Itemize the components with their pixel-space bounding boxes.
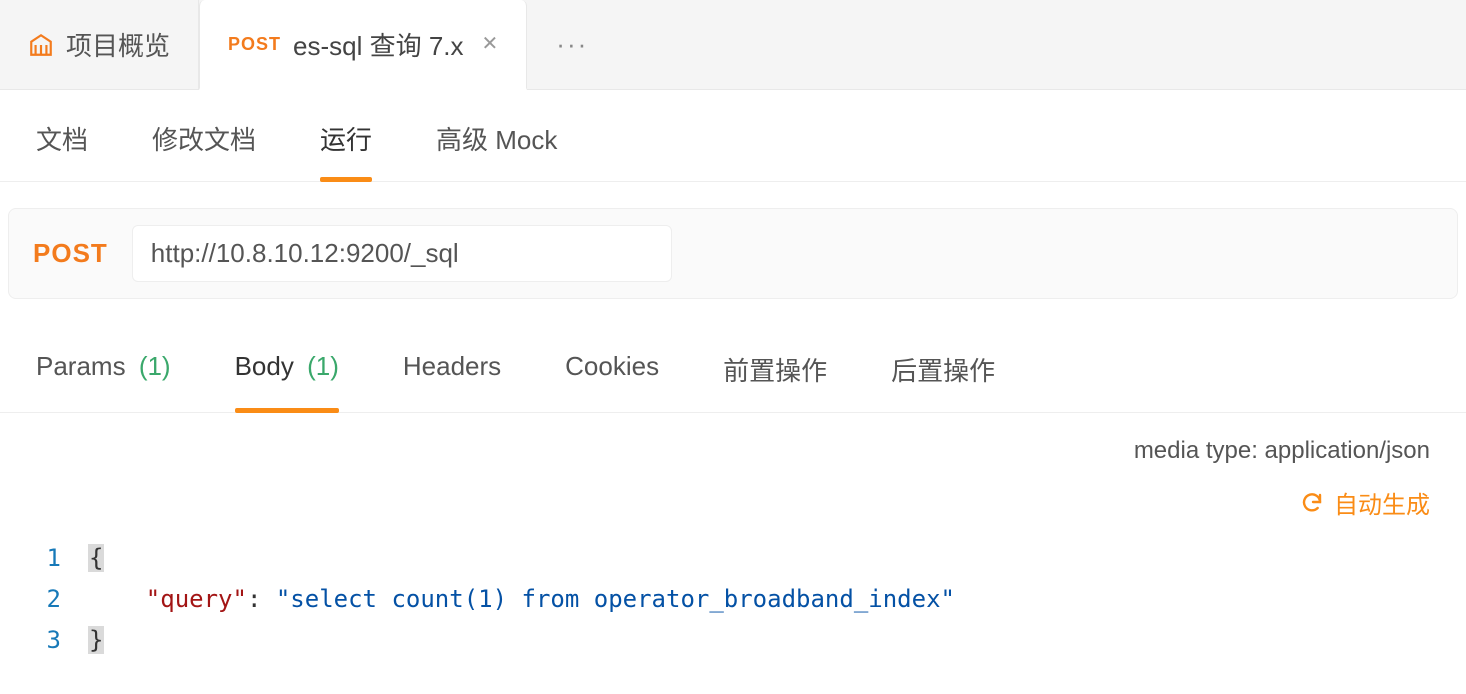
tab-body-label: Body <box>235 351 294 381</box>
close-icon[interactable]: ✕ <box>482 34 499 54</box>
body-header: media type: application/json <box>0 413 1466 473</box>
code-line: "query": "select count(1) from operator_… <box>88 579 955 620</box>
media-type-label: media type: application/json <box>1134 437 1430 465</box>
tab-api-request[interactable]: POST es-sql 查询 7.x ✕ <box>199 0 527 90</box>
tab-project-overview[interactable]: 项目概览 <box>0 0 199 89</box>
method-selector[interactable]: POST <box>33 238 108 269</box>
tab-cookies[interactable]: Cookies <box>565 351 659 412</box>
tab-body-count: (1) <box>307 351 339 381</box>
sub-tab-bar: 文档 修改文档 运行 高级 Mock <box>0 90 1466 182</box>
tab-edit-doc[interactable]: 修改文档 <box>152 120 256 181</box>
auto-generate-label: 自动生成 <box>1334 485 1430 520</box>
refresh-icon <box>1300 491 1324 515</box>
tab-post-script[interactable]: 后置操作 <box>891 351 995 412</box>
body-editor[interactable]: 1 2 3 { "query": "select count(1) from o… <box>0 538 1466 660</box>
url-bar: POST http://10.8.10.12:9200/_sql <box>8 208 1458 299</box>
editor-content[interactable]: { "query": "select count(1) from operato… <box>80 538 955 660</box>
tab-more-menu[interactable]: ··· <box>527 0 617 89</box>
tab-project-overview-label: 项目概览 <box>66 26 170 63</box>
tab-pre-script[interactable]: 前置操作 <box>723 351 827 412</box>
top-tab-bar: 项目概览 POST es-sql 查询 7.x ✕ ··· <box>0 0 1466 90</box>
tab-params-count: (1) <box>139 351 171 381</box>
tab-run[interactable]: 运行 <box>320 120 372 181</box>
building-icon <box>28 32 54 58</box>
tab-params-label: Params <box>36 351 126 381</box>
line-number: 3 <box>26 620 61 661</box>
body-actions: 自动生成 <box>0 473 1466 538</box>
tab-params[interactable]: Params (1) <box>36 351 171 412</box>
tab-adv-mock[interactable]: 高级 Mock <box>436 120 557 181</box>
tab-method-badge: POST <box>228 34 281 55</box>
url-input[interactable]: http://10.8.10.12:9200/_sql <box>132 225 672 282</box>
editor-gutter: 1 2 3 <box>8 538 80 660</box>
url-bar-container: POST http://10.8.10.12:9200/_sql <box>0 182 1466 325</box>
line-number: 2 <box>26 579 61 620</box>
code-line: { <box>88 538 955 579</box>
code-line: } <box>88 620 955 661</box>
line-number: 1 <box>26 538 61 579</box>
tab-api-title: es-sql 查询 7.x <box>293 26 464 63</box>
request-tab-bar: Params (1) Body (1) Headers Cookies 前置操作… <box>0 325 1466 413</box>
tab-body[interactable]: Body (1) <box>235 351 339 412</box>
tab-headers[interactable]: Headers <box>403 351 501 412</box>
tab-doc[interactable]: 文档 <box>36 120 88 181</box>
auto-generate-button[interactable]: 自动生成 <box>1300 485 1430 520</box>
